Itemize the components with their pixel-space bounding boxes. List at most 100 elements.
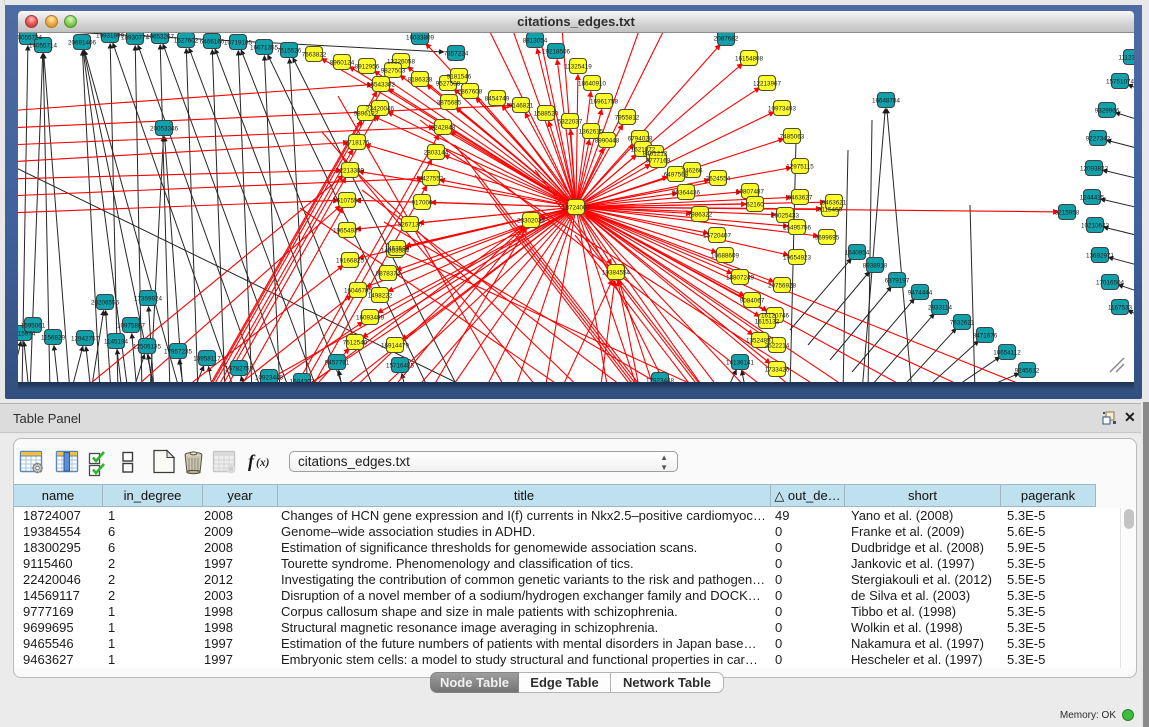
svg-text:7663822: 7663822 xyxy=(302,51,327,58)
svg-text:17359924: 17359924 xyxy=(134,295,163,302)
svg-text:17016504: 17016504 xyxy=(1096,279,1125,286)
svg-text:8451212: 8451212 xyxy=(643,150,668,157)
svg-text:20055724: 20055724 xyxy=(18,34,42,41)
svg-text:2718176: 2718176 xyxy=(345,139,370,146)
svg-text:16671355: 16671355 xyxy=(250,44,279,51)
svg-text:1595061: 1595061 xyxy=(21,322,46,329)
svg-text:10210643: 10210643 xyxy=(1081,222,1110,229)
svg-text:6379197: 6379197 xyxy=(885,277,910,284)
svg-text:14055714: 14055714 xyxy=(29,42,58,49)
svg-text:9245612: 9245612 xyxy=(1015,367,1040,374)
svg-text:16914479: 16914479 xyxy=(381,342,410,349)
svg-text:7986322: 7986322 xyxy=(688,211,713,218)
svg-text:9827503: 9827503 xyxy=(381,67,406,74)
svg-text:12213389: 12213389 xyxy=(336,167,365,174)
svg-text:f: f xyxy=(248,451,256,471)
svg-text:7515526: 7515526 xyxy=(277,47,302,54)
svg-text:9463621: 9463621 xyxy=(822,199,847,206)
svg-text:9181546: 9181546 xyxy=(447,73,472,80)
svg-text:8878374: 8878374 xyxy=(376,270,401,277)
svg-text:6466160: 6466160 xyxy=(200,38,225,45)
svg-text:13692971: 13692971 xyxy=(1086,252,1115,259)
svg-text:17957235: 17957235 xyxy=(164,348,193,355)
svg-text:10958117: 10958117 xyxy=(193,355,221,362)
svg-text:9227342: 9227342 xyxy=(1086,135,1111,142)
svg-text:10025433: 10025433 xyxy=(771,212,800,219)
svg-text:9474444: 9474444 xyxy=(908,289,933,296)
svg-text:23420046: 23420046 xyxy=(366,105,395,112)
svg-text:3624554: 3624554 xyxy=(706,175,731,182)
svg-text:10654112: 10654112 xyxy=(993,349,1021,356)
svg-text:9699695: 9699695 xyxy=(815,234,840,241)
svg-text:2933114: 2933114 xyxy=(928,304,953,311)
svg-text:15495756: 15495756 xyxy=(783,224,812,231)
svg-text:16543382: 16543382 xyxy=(367,81,396,88)
svg-text:20053346: 20053346 xyxy=(150,125,179,132)
svg-text:10923448: 10923448 xyxy=(255,374,284,381)
svg-text:16154808: 16154808 xyxy=(735,55,764,62)
svg-text:1244415: 1244415 xyxy=(1080,194,1105,201)
svg-text:5322037: 5322037 xyxy=(558,118,583,125)
svg-text:18807249: 18807249 xyxy=(726,274,755,281)
svg-text:9777169: 9777169 xyxy=(646,157,671,164)
svg-text:8960124: 8960124 xyxy=(330,59,355,66)
svg-text:9463627: 9463627 xyxy=(788,194,813,201)
svg-text:1640954: 1640954 xyxy=(845,249,870,256)
svg-text:16033809: 16033809 xyxy=(406,34,435,41)
svg-text:9457791: 9457791 xyxy=(325,359,350,366)
svg-text:7357224: 7357224 xyxy=(444,50,469,57)
svg-text:15751074: 15751074 xyxy=(1106,78,1134,85)
svg-text:1156829: 1156829 xyxy=(41,334,66,341)
svg-text:9146821: 9146821 xyxy=(509,102,534,109)
svg-text:19654937: 19654937 xyxy=(333,227,362,234)
svg-text:1453594: 1453594 xyxy=(385,245,410,252)
svg-text:10975887: 10975887 xyxy=(117,322,146,329)
svg-text:7612540: 7612540 xyxy=(343,339,368,346)
svg-text:(x): (x) xyxy=(256,457,270,469)
svg-text:8454749: 8454749 xyxy=(485,95,510,102)
svg-text:2522214: 2522214 xyxy=(765,342,790,349)
svg-text:20206556: 20206556 xyxy=(91,299,120,306)
svg-text:8186328: 8186328 xyxy=(408,76,433,83)
svg-text:19218506: 19218506 xyxy=(542,48,571,55)
svg-text:18640910: 18640910 xyxy=(578,80,607,87)
svg-text:62160: 62160 xyxy=(746,201,764,208)
svg-text:2803144: 2803144 xyxy=(424,149,449,156)
svg-text:3267130: 3267130 xyxy=(398,221,423,228)
svg-text:19166825: 19166825 xyxy=(336,257,365,264)
svg-text:12505135: 12505135 xyxy=(133,343,162,350)
svg-text:14136141: 14136141 xyxy=(726,359,755,366)
svg-text:7632621: 7632621 xyxy=(950,319,975,326)
svg-text:12093822: 12093822 xyxy=(1080,165,1109,172)
svg-text:13226058: 13226058 xyxy=(387,58,416,65)
svg-text:10807487: 10807487 xyxy=(736,188,765,195)
svg-text:8471676: 8471676 xyxy=(973,332,998,339)
svg-text:15720407: 15720407 xyxy=(703,232,732,239)
svg-text:7955812: 7955812 xyxy=(615,114,640,121)
svg-text:10688609: 10688609 xyxy=(711,252,740,259)
svg-text:917006: 917006 xyxy=(411,199,433,206)
svg-text:15716485: 15716485 xyxy=(386,362,415,369)
svg-text:16961758: 16961758 xyxy=(590,98,619,105)
svg-text:8427552: 8427552 xyxy=(419,175,444,182)
svg-text:1527602: 1527602 xyxy=(174,37,199,44)
svg-text:12213967: 12213967 xyxy=(753,80,782,87)
svg-text:10653267: 10653267 xyxy=(146,33,175,40)
svg-text:10719185: 10719185 xyxy=(224,39,253,46)
svg-text:16782759: 16782759 xyxy=(225,365,254,372)
svg-text:20364436: 20364436 xyxy=(672,189,701,196)
svg-text:1167533: 1167533 xyxy=(1108,304,1133,311)
svg-text:9329966: 9329966 xyxy=(1095,107,1120,114)
svg-text:10973493: 10973493 xyxy=(768,105,797,112)
svg-text:9115460: 9115460 xyxy=(818,206,843,213)
svg-text:9527508: 9527508 xyxy=(436,80,461,87)
svg-text:9242848: 9242848 xyxy=(431,124,456,131)
svg-text:23302033: 23302033 xyxy=(517,217,546,224)
svg-text:2087682: 2087682 xyxy=(714,35,739,42)
svg-text:3915974: 3915974 xyxy=(18,330,36,337)
svg-text:1615132: 1615132 xyxy=(755,318,780,325)
svg-text:8938918: 8938918 xyxy=(863,262,888,269)
svg-text:16093489: 16093489 xyxy=(356,314,385,321)
svg-text:11123456: 11123456 xyxy=(1118,54,1134,61)
svg-text:3875685: 3875685 xyxy=(437,99,462,106)
